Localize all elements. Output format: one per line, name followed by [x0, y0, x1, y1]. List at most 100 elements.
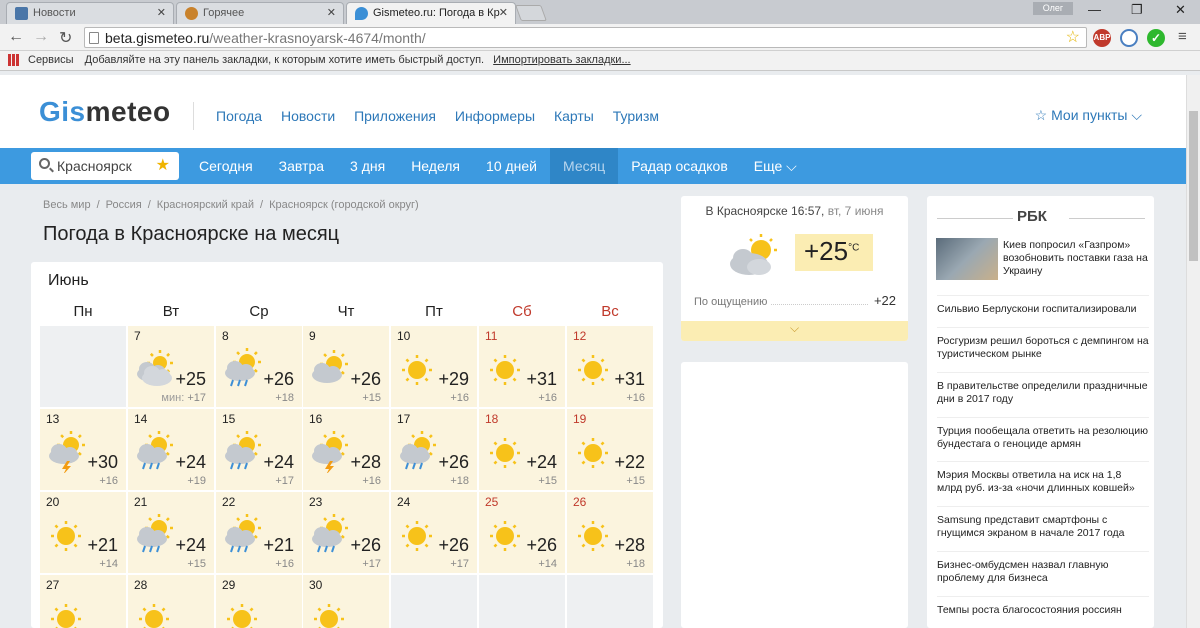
- nav-weather[interactable]: Погода: [216, 108, 262, 124]
- crumb-city[interactable]: Красноярск (городской округ): [269, 199, 419, 211]
- day-cell[interactable]: 22 +21 +16: [216, 492, 302, 573]
- min-temp: +18: [275, 392, 294, 404]
- nav-news[interactable]: Новости: [281, 108, 335, 124]
- city-search-input[interactable]: Красноярск ★: [31, 152, 179, 180]
- min-temp: +14: [538, 558, 557, 570]
- adblock-icon[interactable]: ABP: [1093, 29, 1111, 47]
- tab-radar[interactable]: Радар осадков: [618, 148, 741, 184]
- bookmark-star-icon[interactable]: ☆: [1066, 27, 1080, 47]
- tab-more[interactable]: Еще ⌵: [741, 148, 810, 184]
- nav-tourism[interactable]: Туризм: [613, 108, 659, 124]
- back-icon[interactable]: ←: [8, 28, 24, 46]
- page: Gismeteo Погода Новости Приложения Инфор…: [0, 75, 1186, 628]
- max-temp: +26: [350, 535, 381, 555]
- sun-cloud-rain-icon: [137, 514, 173, 553]
- day-cell[interactable]: 10 +29 +16: [391, 326, 477, 407]
- tab-hot[interactable]: Горячее ✕: [176, 2, 344, 24]
- day-cell[interactable]: 9 +26 +15: [303, 326, 389, 407]
- new-tab-button[interactable]: [515, 5, 547, 21]
- day-cell[interactable]: 14 +24 +19: [128, 409, 214, 490]
- min-temp: +17: [362, 558, 381, 570]
- feels-like-label: По ощущению: [694, 296, 768, 308]
- apps-icon[interactable]: [8, 54, 20, 67]
- empty-day-cell: [40, 326, 126, 407]
- rbc-logo[interactable]: РБК: [1017, 208, 1047, 225]
- news-item[interactable]: Турция пообещала ответить на резолюцию б…: [937, 417, 1149, 451]
- nav-maps[interactable]: Карты: [554, 108, 594, 124]
- day-cell[interactable]: 12 +31 +16: [567, 326, 653, 407]
- day-cell[interactable]: 8 +26 +18: [216, 326, 302, 407]
- close-icon[interactable]: ✕: [157, 6, 166, 19]
- crumb-russia[interactable]: Россия: [106, 199, 142, 211]
- day-number: 27: [46, 578, 60, 592]
- crumb-region[interactable]: Красноярский край: [157, 199, 254, 211]
- close-icon[interactable]: ✕: [499, 6, 508, 19]
- max-temp: +25: [175, 369, 206, 389]
- nav-informers[interactable]: Информеры: [455, 108, 535, 124]
- crumb-world[interactable]: Весь мир: [43, 199, 91, 211]
- day-cell[interactable]: 18 +24 +15: [479, 409, 565, 490]
- day-cell[interactable]: 16 +28 +16: [303, 409, 389, 490]
- news-item[interactable]: Samsung представит смартфоны с гнущимся …: [937, 506, 1149, 540]
- day-cell[interactable]: 24 +26 +17: [391, 492, 477, 573]
- tab-month[interactable]: Месяц: [550, 148, 619, 184]
- day-cell[interactable]: 27: [40, 575, 126, 628]
- close-window-icon[interactable]: ✕: [1175, 2, 1186, 18]
- restore-icon[interactable]: ❐: [1131, 2, 1143, 18]
- news-item[interactable]: Росгуризм решил бороться с демпингом на …: [937, 327, 1149, 361]
- tab-gismeteo[interactable]: Gismeteo.ru: Погода в Кр ✕: [346, 2, 516, 24]
- day-cell[interactable]: 29: [216, 575, 302, 628]
- day-cell[interactable]: 25 +26 +14: [479, 492, 565, 573]
- nav-apps[interactable]: Приложения: [354, 108, 436, 124]
- news-item[interactable]: Сильвио Берлускони госпитализировали: [937, 295, 1149, 316]
- tab-week[interactable]: Неделя: [398, 148, 473, 184]
- apps-link[interactable]: Сервисы: [28, 54, 74, 66]
- news-item[interactable]: Мэрия Москвы ответила на иск на 1,8 млрд…: [937, 461, 1149, 495]
- min-temp: +15: [626, 475, 645, 487]
- forward-icon[interactable]: →: [33, 28, 49, 46]
- check-icon[interactable]: ✓: [1147, 29, 1165, 47]
- sync-icon[interactable]: [1120, 29, 1138, 47]
- day-cell[interactable]: 20 +21 +14: [40, 492, 126, 573]
- menu-icon[interactable]: ≡: [1178, 28, 1187, 45]
- day-cell[interactable]: 13 +30 +16: [40, 409, 126, 490]
- reload-icon[interactable]: ↻: [59, 28, 72, 48]
- day-cell[interactable]: 19 +22 +15: [567, 409, 653, 490]
- favorite-star-icon[interactable]: ★: [156, 155, 170, 175]
- import-bookmarks-link[interactable]: Импортировать закладки...: [493, 54, 630, 66]
- tab-news[interactable]: Новости ✕: [6, 2, 174, 24]
- my-points-dropdown[interactable]: ☆ Мои пункты ⌵: [1035, 107, 1142, 124]
- feels-like-value: +22: [873, 293, 896, 308]
- day-cell[interactable]: 21 +24 +15: [128, 492, 214, 573]
- scrollbar-thumb[interactable]: [1189, 111, 1198, 261]
- profile-button[interactable]: Олег: [1033, 2, 1073, 15]
- news-thumbnail[interactable]: [936, 238, 998, 280]
- gismeteo-logo[interactable]: Gismeteo: [39, 96, 171, 128]
- day-cell[interactable]: 28: [128, 575, 214, 628]
- day-cell[interactable]: 11 +31 +16: [479, 326, 565, 407]
- news-item[interactable]: Темпы роста благосостояния россиян: [937, 596, 1149, 617]
- sun-icon: [490, 438, 520, 468]
- news-item[interactable]: В правительстве определили праздничные д…: [937, 372, 1149, 406]
- weekday-header: Ср: [249, 303, 269, 320]
- day-cell[interactable]: 7 +25 мин: +17: [128, 326, 214, 407]
- scrollbar[interactable]: [1186, 75, 1200, 628]
- close-icon[interactable]: ✕: [327, 6, 336, 19]
- minimize-icon[interactable]: —: [1088, 2, 1101, 17]
- max-temp: +24: [175, 535, 206, 555]
- day-number: 19: [573, 412, 587, 426]
- expand-button[interactable]: ⌵: [681, 321, 908, 341]
- news-item[interactable]: Бизнес-омбудсмен назвал главную проблему…: [937, 551, 1149, 585]
- day-cell[interactable]: 30: [303, 575, 389, 628]
- day-number: 21: [134, 495, 148, 509]
- day-cell[interactable]: 26 +28 +18: [567, 492, 653, 573]
- news-item[interactable]: Киев попросил «Газпром» возобновить пост…: [1003, 239, 1148, 278]
- tab-tomorrow[interactable]: Завтра: [266, 148, 337, 184]
- tab-today[interactable]: Сегодня: [186, 148, 266, 184]
- tab-10days[interactable]: 10 дней: [473, 148, 550, 184]
- day-cell[interactable]: 17 +26 +18: [391, 409, 477, 490]
- tab-3days[interactable]: 3 дня: [337, 148, 398, 184]
- day-cell[interactable]: 23 +26 +17: [303, 492, 389, 573]
- day-cell[interactable]: 15 +24 +17: [216, 409, 302, 490]
- address-bar[interactable]: beta.gismeteo.ru/weather-krasnoyarsk-467…: [84, 27, 1087, 48]
